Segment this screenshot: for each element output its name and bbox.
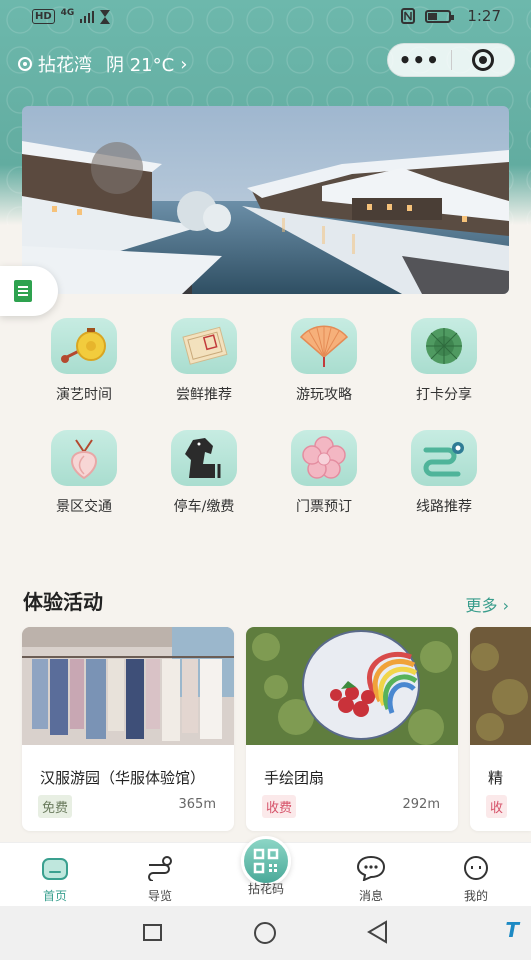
back-button[interactable] [366, 920, 388, 944]
floating-doc-button[interactable] [0, 266, 58, 316]
map-route-icon [148, 856, 172, 881]
card-title: 精 [488, 769, 504, 787]
menu-item-tickets[interactable]: 门票预订 [264, 430, 384, 516]
hanfu-shop-photo [22, 627, 234, 745]
tab-label: 我的 [463, 889, 488, 903]
status-bar: HD 4G 1:27 [0, 0, 531, 34]
card-distance: 365m [178, 797, 216, 812]
menu-item-label: 门票预订 [296, 499, 352, 515]
hourglass-icon [100, 9, 111, 24]
section-title: 体验活动 [23, 590, 103, 614]
tab-messages[interactable]: 消息 [336, 853, 406, 904]
hd-badge: HD [32, 9, 55, 24]
tab-qr-code[interactable] [241, 836, 291, 886]
tab-mine[interactable]: 我的 [441, 853, 511, 904]
gong-icon [51, 318, 117, 374]
painted-fan-photo [246, 627, 458, 745]
miniapp-capsule: ••• [387, 43, 515, 77]
activity-card[interactable]: 汉服游园（华服体验馆） 免费 365m [22, 627, 234, 831]
menu-item-transport[interactable]: 景区交通 [24, 430, 144, 516]
signal-bars-icon [80, 10, 95, 23]
activity-card[interactable]: 精 收 [470, 627, 531, 831]
activity-card[interactable]: 手绘团扇 收费 292m [246, 627, 458, 831]
menu-item-tasting[interactable]: 尝鲜推荐 [144, 318, 264, 404]
battery-icon [425, 9, 455, 23]
weather-text: 阴 21°C [106, 55, 175, 76]
document-icon [14, 280, 32, 302]
tab-label: 首页 [42, 889, 67, 903]
menu-item-label: 线路推荐 [416, 499, 472, 515]
banner-image[interactable] [22, 106, 509, 294]
flower-icon [291, 430, 357, 486]
tab-home[interactable]: 首页 [20, 853, 90, 904]
tab-label: 消息 [358, 889, 383, 903]
menu-item-label: 尝鲜推荐 [176, 387, 232, 403]
home-icon [42, 858, 68, 880]
menu-item-label: 演艺时间 [56, 387, 112, 403]
home-button[interactable] [254, 922, 276, 944]
scroll-ticket-icon [171, 318, 237, 374]
profile-icon [464, 856, 488, 880]
lotus-leaf-icon [411, 318, 477, 374]
feature-grid: 演艺时间 尝鲜推荐 游玩攻略 打卡分享 景区交通 停车/缴费 门票预订 线路推荐 [24, 318, 504, 516]
folding-fan-icon [291, 318, 357, 374]
card-title: 汉服游园（华服体验馆） [40, 769, 206, 787]
target-close-icon [471, 49, 494, 71]
card-distance: 292m [402, 797, 440, 812]
menu-item-label: 游玩攻略 [296, 387, 352, 403]
menu-item-label: 景区交通 [56, 499, 112, 515]
tab-guide[interactable]: 导览 [125, 853, 195, 904]
activity-photo [470, 627, 531, 745]
signal-4g-icon: 4G [60, 7, 75, 18]
location-pin-icon [18, 57, 32, 71]
watermark-logo: T [505, 918, 519, 942]
peach-pendant-icon [51, 430, 117, 486]
status-time: 1:27 [467, 7, 501, 25]
chat-bubble-icon [356, 855, 386, 881]
more-link[interactable]: 更多 › [465, 592, 509, 616]
location-weather[interactable]: 拈花湾 阴 21°C › [18, 51, 187, 77]
location-name: 拈花湾 [38, 55, 92, 76]
menu-item-checkin[interactable]: 打卡分享 [384, 318, 504, 404]
system-navigation-bar: T [0, 906, 531, 960]
menu-item-guide[interactable]: 游玩攻略 [264, 318, 384, 404]
more-link-label: 更多 [465, 596, 498, 615]
price-badge: 收 [486, 795, 508, 818]
menu-item-label: 停车/缴费 [173, 499, 235, 515]
menu-item-performance[interactable]: 演艺时间 [24, 318, 144, 404]
more-dots-icon[interactable]: ••• [388, 50, 451, 70]
chevron-right-icon: › [180, 53, 188, 75]
horse-icon [171, 430, 237, 486]
nfc-icon [401, 8, 416, 24]
card-title: 手绘团扇 [264, 769, 325, 787]
recent-apps-button[interactable] [143, 924, 162, 941]
tab-label: 导览 [147, 889, 172, 903]
tab-label: 拈花码 [247, 882, 284, 896]
capsule-close-button[interactable] [452, 49, 515, 71]
route-path-icon [411, 430, 477, 486]
price-badge: 收费 [262, 795, 297, 818]
chevron-right-icon: › [502, 596, 509, 615]
price-badge: 免费 [38, 795, 73, 818]
menu-item-label: 打卡分享 [416, 387, 472, 403]
menu-item-routes[interactable]: 线路推荐 [384, 430, 504, 516]
qr-code-icon [253, 848, 279, 874]
menu-item-parking[interactable]: 停车/缴费 [144, 430, 264, 516]
